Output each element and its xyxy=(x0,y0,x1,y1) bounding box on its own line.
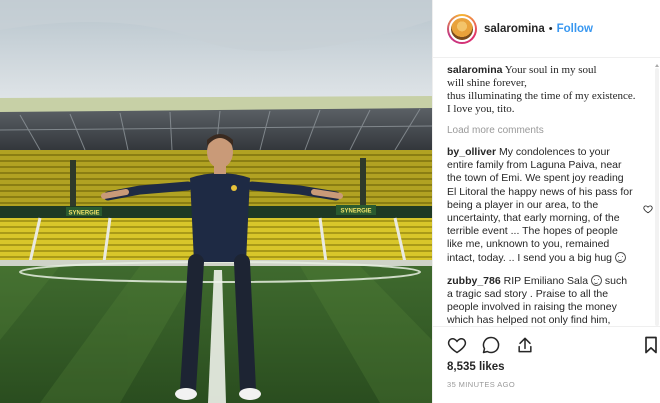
sad-emoji-icon xyxy=(590,274,602,286)
caption-line-4: I love you, tito. xyxy=(447,103,515,115)
avatar[interactable] xyxy=(447,13,477,44)
share-icon[interactable] xyxy=(515,335,535,355)
heart-icon[interactable] xyxy=(447,335,467,355)
small-heart-icon[interactable] xyxy=(643,204,653,214)
avatar-image xyxy=(449,15,475,42)
caption-line-3: thus illuminating the time of my existen… xyxy=(447,90,636,102)
comment-username[interactable]: zubby_786 xyxy=(447,275,501,287)
sponsor-sign-left: SYNERGIE xyxy=(68,211,99,217)
smile-emoji-icon xyxy=(614,251,626,263)
comment-username[interactable]: by_olliver xyxy=(447,146,496,158)
bookmark-icon[interactable] xyxy=(641,335,660,355)
post-sidebar: salaromina • Follow salaromina Your soul… xyxy=(432,0,660,403)
caption-line-2: will shine forever, xyxy=(447,77,527,89)
likes-count[interactable]: 8,535 likes xyxy=(447,361,647,373)
post-photo: SYNERGIE SYNERGIE xyxy=(0,0,432,403)
post-caption: salaromina Your soul in my soul will shi… xyxy=(447,64,647,116)
comment-item: zubby_786 RIP Emiliano Sala such a tragi… xyxy=(447,274,647,326)
post-timestamp: 35 MINUTES AGO xyxy=(447,380,516,389)
caption-line-1: Your soul in my soul xyxy=(504,64,597,76)
header-username[interactable]: salaromina xyxy=(484,23,545,35)
comment-text-start: RIP Emiliano Sala xyxy=(503,274,589,287)
follow-button[interactable]: Follow xyxy=(557,23,593,35)
comment-icon[interactable] xyxy=(481,335,501,355)
header-separator: • xyxy=(548,22,553,35)
comment-text: My condolences to your entire family fro… xyxy=(447,146,633,264)
comments-area[interactable]: salaromina Your soul in my soul will shi… xyxy=(433,62,660,326)
post-header: salaromina • Follow xyxy=(433,0,660,58)
sponsor-sign-right: SYNERGIE xyxy=(340,209,371,215)
action-icons xyxy=(447,327,657,361)
stadium-photo: SYNERGIE SYNERGIE xyxy=(0,0,432,403)
comments-scrollbar[interactable] xyxy=(655,64,659,326)
comment-item: by_olliver My condolences to your entire… xyxy=(447,146,653,265)
caption-username[interactable]: salaromina xyxy=(447,64,502,76)
load-more-comments-button[interactable]: Load more comments xyxy=(447,125,647,136)
post-actions: 8,535 likes 35 MINUTES AGO xyxy=(433,326,660,403)
